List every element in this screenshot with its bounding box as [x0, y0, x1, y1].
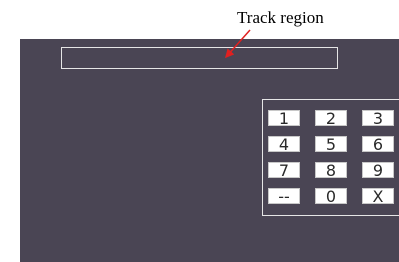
- key-dash[interactable]: --: [268, 188, 300, 205]
- key-3[interactable]: 3: [362, 110, 394, 127]
- key-6[interactable]: 6: [362, 136, 394, 153]
- track-region[interactable]: [61, 47, 338, 69]
- key-9[interactable]: 9: [362, 162, 394, 179]
- device-screen: 1 2 3 4 5 6 7 8 9 -- 0 X: [20, 39, 399, 262]
- key-8[interactable]: 8: [315, 162, 347, 179]
- key-1[interactable]: 1: [268, 110, 300, 127]
- track-region-annotation: Track region: [237, 8, 324, 27]
- key-0[interactable]: 0: [315, 188, 347, 205]
- key-clear[interactable]: X: [362, 188, 394, 205]
- numeric-keypad: 1 2 3 4 5 6 7 8 9 -- 0 X: [262, 99, 399, 216]
- key-5[interactable]: 5: [315, 136, 347, 153]
- key-4[interactable]: 4: [268, 136, 300, 153]
- key-7[interactable]: 7: [268, 162, 300, 179]
- key-2[interactable]: 2: [315, 110, 347, 127]
